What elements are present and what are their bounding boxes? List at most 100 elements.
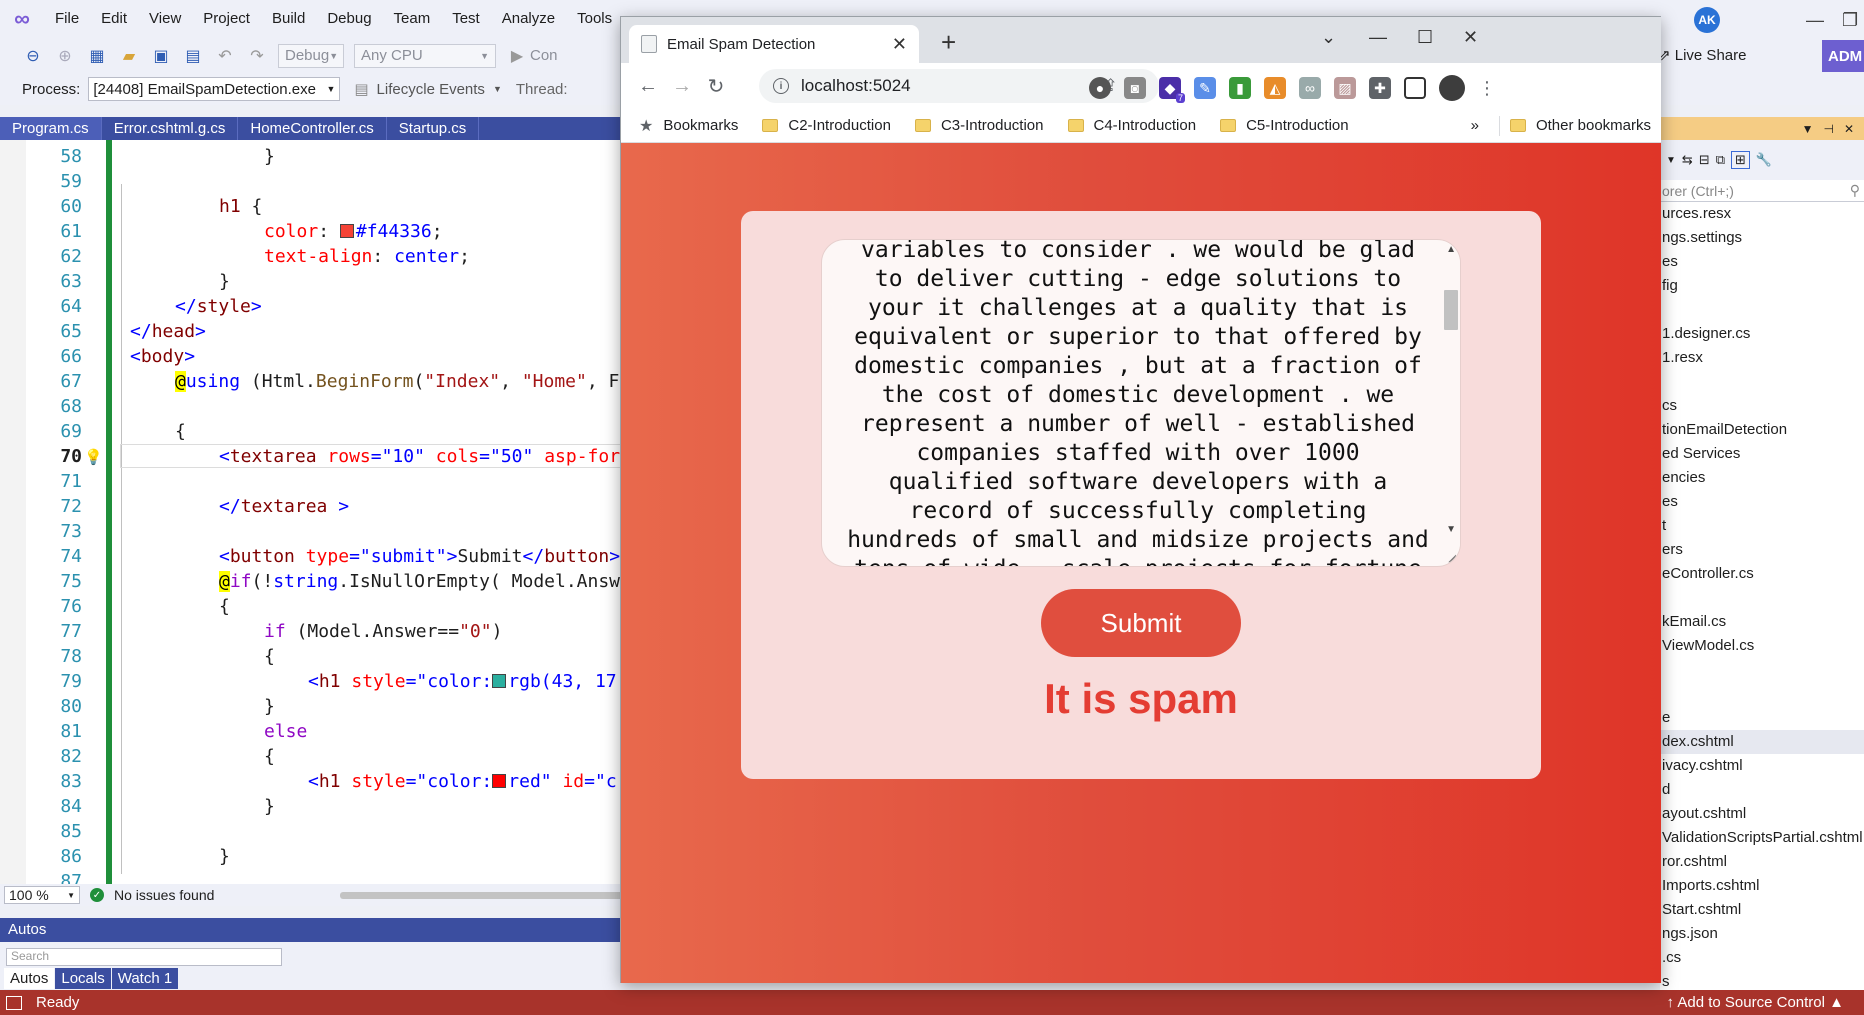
source-control-button[interactable]: ↑ Add to Source Control ▲ [1667, 994, 1844, 1011]
copy-icon[interactable]: ⧉ [1716, 152, 1725, 168]
menu-project[interactable]: Project [192, 0, 261, 38]
lifecycle-events[interactable]: Lifecycle Events [377, 81, 485, 98]
forward-icon[interactable]: → [665, 75, 699, 98]
user-avatar[interactable]: AK [1694, 7, 1720, 33]
extension-camera-icon[interactable]: ◙ [1124, 77, 1146, 99]
solution-search-input[interactable]: orer (Ctrl+;) ⚲ [1660, 180, 1864, 202]
chevron-down-icon[interactable]: ▼ [1802, 122, 1814, 136]
autos-tab-watch-1[interactable]: Watch 1 [111, 968, 179, 989]
solution-item[interactable]: ed Services [1660, 442, 1864, 466]
code-editor[interactable]: 58 59 60 61 62 63 64 65 66 67 68 69 70 71 72 73 74 75 76 77… [0, 140, 630, 892]
menu-edit[interactable]: Edit [90, 0, 138, 38]
process-combo[interactable]: [24408] EmailSpamDetection.exe ▼ [88, 77, 341, 101]
restore-icon[interactable]: ❐ [1842, 10, 1858, 31]
menu-team[interactable]: Team [383, 0, 442, 38]
textarea-scrollbar[interactable]: ▲ ▼ [1442, 240, 1460, 566]
reload-icon[interactable]: ↻ [699, 74, 733, 99]
adm-button[interactable]: ADM [1822, 40, 1864, 72]
solution-item[interactable]: fig [1660, 274, 1864, 298]
tab-program-cs[interactable]: Program.cs [0, 117, 102, 140]
site-info-icon[interactable]: i [773, 78, 789, 94]
collapse-icon[interactable]: ⊟ [1699, 152, 1710, 168]
platform-combo[interactable]: Any CPU ▼ [354, 43, 496, 68]
solution-item[interactable] [1660, 586, 1864, 610]
solution-item[interactable] [1660, 682, 1864, 706]
solution-item[interactable]: es [1660, 250, 1864, 274]
lightbulb-icon[interactable]: 💡 [84, 448, 103, 466]
side-panel-icon[interactable] [1404, 77, 1426, 99]
extension-fox-icon[interactable]: ◭ [1264, 77, 1286, 99]
extension-glasses-icon[interactable]: ● [1089, 77, 1111, 99]
bookmark-item-c5[interactable]: C5-Introduction [1220, 117, 1349, 134]
solution-item[interactable] [1660, 658, 1864, 682]
menu-tools[interactable]: Tools [566, 0, 623, 38]
extension-badge-icon[interactable]: ◆ 7 [1159, 77, 1185, 103]
minimize-icon[interactable]: — [1806, 10, 1824, 31]
solution-item[interactable]: ers [1660, 538, 1864, 562]
wrench-icon[interactable]: 🔧 [1756, 152, 1772, 168]
view-toggle-icon[interactable]: ⊞ [1731, 151, 1750, 169]
back-icon[interactable]: ⊖ [22, 45, 44, 67]
new-tab-icon[interactable]: + [941, 27, 956, 58]
solution-item[interactable]: urces.resx [1660, 202, 1864, 226]
solution-item[interactable]: t [1660, 514, 1864, 538]
solution-item[interactable]: ivacy.cshtml [1660, 754, 1864, 778]
sync-icon[interactable]: ⇆ [1682, 152, 1693, 168]
zoom-combo[interactable]: 100 % ▼ [4, 886, 80, 904]
close-window-icon[interactable]: ✕ [1463, 27, 1478, 48]
issues-status[interactable]: No issues found [114, 887, 214, 903]
menu-view[interactable]: View [138, 0, 192, 38]
bookmark-item-c2[interactable]: C2-Introduction [762, 117, 891, 134]
config-combo[interactable]: Debug ▼ [278, 43, 344, 68]
extensions-puzzle-icon[interactable]: ✚ [1369, 77, 1391, 99]
save-icon[interactable]: ▣ [150, 45, 172, 67]
solution-item[interactable]: kEmail.cs [1660, 610, 1864, 634]
bookmark-item-c3[interactable]: C3-Introduction [914, 117, 1044, 134]
undo-icon[interactable]: ↶ [214, 45, 236, 67]
menu-file[interactable]: File [44, 0, 90, 38]
solution-item[interactable]: ngs.json [1660, 922, 1864, 946]
submit-button[interactable]: Submit [1041, 589, 1241, 657]
menu-build[interactable]: Build [261, 0, 316, 38]
close-tab-icon[interactable]: ✕ [892, 34, 907, 55]
solution-item[interactable] [1660, 298, 1864, 322]
tab-startup-cs[interactable]: Startup.cs [387, 117, 480, 140]
solution-item[interactable]: Start.cshtml [1660, 898, 1864, 922]
solution-item[interactable] [1660, 370, 1864, 394]
tab-homecontroller-cs[interactable]: HomeController.cs [238, 117, 387, 140]
solution-item[interactable]: es [1660, 490, 1864, 514]
bookmark-item-bookmarks[interactable]: ★ Bookmarks [639, 116, 738, 136]
scroll-thumb[interactable] [1444, 290, 1458, 330]
minimize-icon[interactable]: — [1369, 27, 1387, 48]
open-folder-icon[interactable]: ▰ [118, 45, 140, 67]
live-share-button[interactable]: ⇗ Live Share [1658, 46, 1746, 64]
maximize-icon[interactable]: ☐ [1417, 27, 1433, 48]
continue-label[interactable]: Con [530, 47, 558, 64]
email-textarea[interactable]: variables to consider . we would be glad… [821, 239, 1461, 567]
scroll-up-icon[interactable]: ▲ [1446, 244, 1456, 255]
menu-debug[interactable]: Debug [316, 0, 382, 38]
menu-analyze[interactable]: Analyze [491, 0, 566, 38]
other-bookmarks[interactable]: Other bookmarks [1509, 117, 1651, 134]
solution-item[interactable]: d [1660, 778, 1864, 802]
solution-item[interactable]: e [1660, 706, 1864, 730]
solution-item[interactable]: encies [1660, 466, 1864, 490]
more-bookmarks-icon[interactable]: » [1471, 117, 1479, 134]
solution-item[interactable]: tionEmailDetection [1660, 418, 1864, 442]
chevron-down-icon[interactable]: ▼ [1666, 155, 1676, 166]
extension-feather-icon[interactable]: ✎ [1194, 77, 1216, 99]
back-icon[interactable]: ← [631, 75, 665, 98]
menu-test[interactable]: Test [441, 0, 491, 38]
extension-link-icon[interactable]: ∞ [1299, 77, 1321, 99]
solution-item[interactable]: ValidationScriptsPartial.cshtml [1660, 826, 1864, 850]
continue-icon[interactable]: ▶ [506, 45, 528, 67]
solution-item[interactable]: Imports.cshtml [1660, 874, 1864, 898]
profile-avatar[interactable] [1439, 75, 1465, 101]
kebab-menu-icon[interactable]: ⋮ [1478, 78, 1496, 99]
scroll-down-icon[interactable]: ▼ [1446, 524, 1456, 535]
autos-tab-autos[interactable]: Autos [4, 968, 55, 989]
browser-tab[interactable]: Email Spam Detection ✕ [629, 25, 919, 63]
horizontal-scrollbar[interactable] [340, 892, 630, 899]
solution-item[interactable]: cs [1660, 394, 1864, 418]
solution-item[interactable]: 1.resx [1660, 346, 1864, 370]
